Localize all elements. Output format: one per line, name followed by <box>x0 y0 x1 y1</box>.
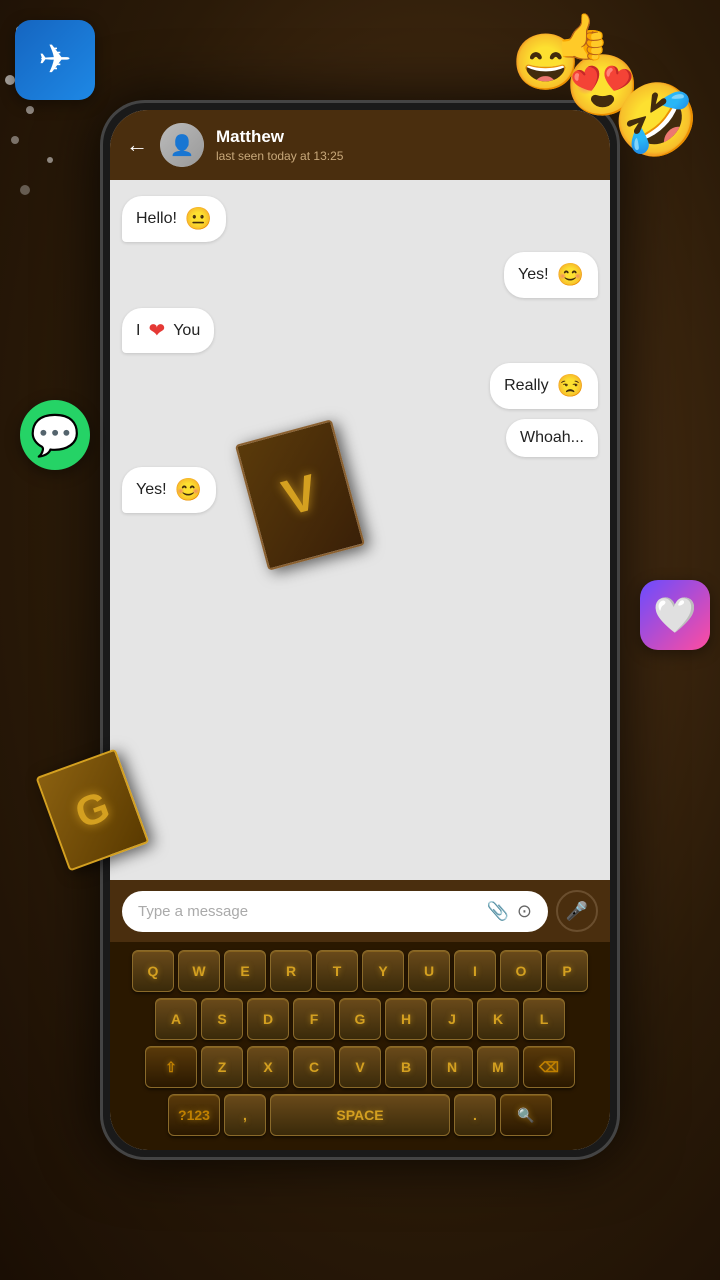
key-o[interactable]: O <box>500 950 542 992</box>
message-bubble-1: Hello! 😐 <box>122 196 226 242</box>
gold-book-letter: G <box>69 782 116 838</box>
search-key[interactable]: 🔍 <box>500 1094 552 1136</box>
message-text-5: Whoah... <box>520 429 584 447</box>
message-emoji-2: 😊 <box>557 262 584 288</box>
period-key[interactable]: . <box>454 1094 496 1136</box>
mic-icon: 🎤 <box>566 901 588 922</box>
comma-key[interactable]: , <box>224 1094 266 1136</box>
key-x[interactable]: X <box>247 1046 289 1088</box>
key-p[interactable]: P <box>546 950 588 992</box>
key-q[interactable]: Q <box>132 950 174 992</box>
camera-icon[interactable]: ⊙ <box>517 901 532 922</box>
keyboard-row-2: A S D F G H J K L <box>114 998 606 1040</box>
phone-frame: ← 👤 Matthew last seen today at 13:25 Hel… <box>100 100 620 1160</box>
keyboard-row-3: ⇧ Z X C V B N M ⌫ <box>114 1046 606 1088</box>
key-u[interactable]: U <box>408 950 450 992</box>
back-button[interactable]: ← <box>126 132 148 158</box>
key-a[interactable]: A <box>155 998 197 1040</box>
shift-key[interactable]: ⇧ <box>145 1046 197 1088</box>
avatar-icon: 👤 <box>170 133 195 158</box>
key-m[interactable]: M <box>477 1046 519 1088</box>
key-s[interactable]: S <box>201 998 243 1040</box>
message-input-placeholder: Type a message <box>138 903 478 920</box>
key-z[interactable]: Z <box>201 1046 243 1088</box>
flying-emoji-3: 😄 <box>512 30 580 95</box>
message-text-1: Hello! <box>136 210 177 228</box>
message-text-4: Really <box>504 377 548 395</box>
keyboard-row-1: Q W E R T Y U I O P <box>114 950 606 992</box>
heart-app-icon[interactable]: 🤍 <box>640 580 710 650</box>
message-input-box[interactable]: Type a message 📎 ⊙ <box>122 891 548 932</box>
key-h[interactable]: H <box>385 998 427 1040</box>
key-n[interactable]: N <box>431 1046 473 1088</box>
message-bubble-3: I ❤ You <box>122 308 214 353</box>
message-emoji-6: 😊 <box>175 477 202 503</box>
key-t[interactable]: T <box>316 950 358 992</box>
keyboard-row-4: ?123 , SPACE . 🔍 <box>114 1094 606 1136</box>
key-w[interactable]: W <box>178 950 220 992</box>
key-r[interactable]: R <box>270 950 312 992</box>
key-v[interactable]: V <box>339 1046 381 1088</box>
heart-app-symbol: 🤍 <box>653 595 697 636</box>
flying-emoji-2: 🤣 <box>613 80 700 162</box>
contact-name: Matthew <box>216 127 594 147</box>
key-d[interactable]: D <box>247 998 289 1040</box>
message-text-3-i: I <box>136 322 140 340</box>
message-text-2: Yes! <box>518 266 549 284</box>
contact-info: Matthew last seen today at 13:25 <box>216 127 594 163</box>
key-c[interactable]: C <box>293 1046 335 1088</box>
message-bubble-6: Yes! 😊 <box>122 467 216 513</box>
message-text-6: Yes! <box>136 481 167 499</box>
space-key[interactable]: SPACE <box>270 1094 450 1136</box>
heart-icon: ❤ <box>148 318 165 343</box>
phone-screen: ← 👤 Matthew last seen today at 13:25 Hel… <box>110 110 610 1150</box>
key-y[interactable]: Y <box>362 950 404 992</box>
backspace-key[interactable]: ⌫ <box>523 1046 575 1088</box>
key-k[interactable]: K <box>477 998 519 1040</box>
contact-status: last seen today at 13:25 <box>216 149 594 163</box>
symbols-key[interactable]: ?123 <box>168 1094 220 1136</box>
key-f[interactable]: F <box>293 998 335 1040</box>
chat-header: ← 👤 Matthew last seen today at 13:25 <box>110 110 610 180</box>
message-bubble-2: Yes! 😊 <box>504 252 598 298</box>
message-text-3-you: You <box>173 322 200 340</box>
contact-avatar: 👤 <box>160 123 204 167</box>
whatsapp-icon[interactable]: 💬 <box>20 400 90 470</box>
key-j[interactable]: J <box>431 998 473 1040</box>
key-g[interactable]: G <box>339 998 381 1040</box>
attach-icon[interactable]: 📎 <box>486 901 508 922</box>
whatsapp-symbol: 💬 <box>30 412 80 459</box>
key-e[interactable]: E <box>224 950 266 992</box>
message-bubble-4: Really 😒 <box>490 363 598 409</box>
key-i[interactable]: I <box>454 950 496 992</box>
message-bubble-5: Whoah... <box>506 419 598 457</box>
keyboard: Q W E R T Y U I O P A S D F G H J K <box>110 942 610 1150</box>
message-emoji-4: 😒 <box>557 373 584 399</box>
key-b[interactable]: B <box>385 1046 427 1088</box>
key-l[interactable]: L <box>523 998 565 1040</box>
message-emoji-1: 😐 <box>185 206 212 232</box>
mic-button[interactable]: 🎤 <box>556 890 598 932</box>
book-letter: V <box>276 463 323 528</box>
input-area: Type a message 📎 ⊙ 🎤 <box>110 880 610 942</box>
